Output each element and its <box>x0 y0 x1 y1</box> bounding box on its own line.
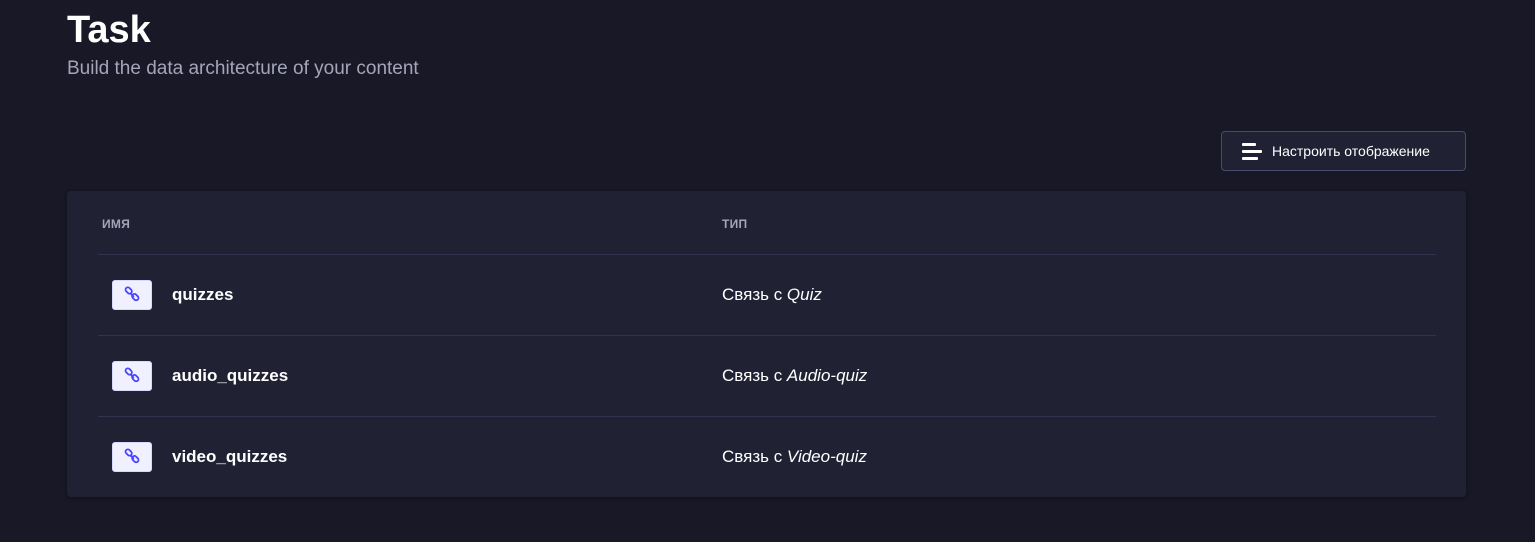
column-header-name: ИМЯ <box>102 217 131 231</box>
table-header: ИМЯ ТИП <box>98 191 1436 255</box>
field-type-target: Quiz <box>786 285 822 304</box>
field-type-prefix: Связь с <box>722 366 787 385</box>
relation-link-icon <box>112 361 152 391</box>
fields-table: ИМЯ ТИП quizzes Связь с Quiz audio_quizz… <box>67 191 1466 497</box>
page-header: Task Build the data architecture of your… <box>67 8 419 81</box>
table-row[interactable]: quizzes Связь с Quiz <box>98 255 1436 336</box>
field-type-prefix: Связь с <box>722 447 787 466</box>
page-subtitle: Build the data architecture of your cont… <box>67 58 419 79</box>
column-header-type: ТИП <box>722 217 748 231</box>
content-type-page: Task Build the data architecture of your… <box>0 0 1535 542</box>
field-name: quizzes <box>172 285 234 304</box>
table-row[interactable]: video_quizzes Связь с Video-quiz <box>98 417 1436 497</box>
relation-link-icon <box>112 442 152 472</box>
configure-view-button[interactable]: Настроить отображение <box>1221 131 1466 171</box>
field-type: Связь с Video-quiz <box>722 447 867 467</box>
page-title: Task <box>67 9 151 51</box>
configure-view-label: Настроить отображение <box>1272 143 1430 159</box>
field-type-target: Audio-quiz <box>786 366 868 385</box>
relation-link-icon <box>112 280 152 310</box>
field-name: audio_quizzes <box>172 366 289 385</box>
field-type: Связь с Quiz <box>722 285 822 305</box>
table-body: quizzes Связь с Quiz audio_quizzes Связь… <box>98 255 1436 497</box>
list-settings-icon <box>1242 141 1262 161</box>
field-type: Связь с Audio-quiz <box>722 366 867 386</box>
field-name: video_quizzes <box>172 447 288 466</box>
field-type-prefix: Связь с <box>722 285 787 304</box>
table-row[interactable]: audio_quizzes Связь с Audio-quiz <box>98 336 1436 417</box>
field-type-target: Video-quiz <box>786 447 867 466</box>
